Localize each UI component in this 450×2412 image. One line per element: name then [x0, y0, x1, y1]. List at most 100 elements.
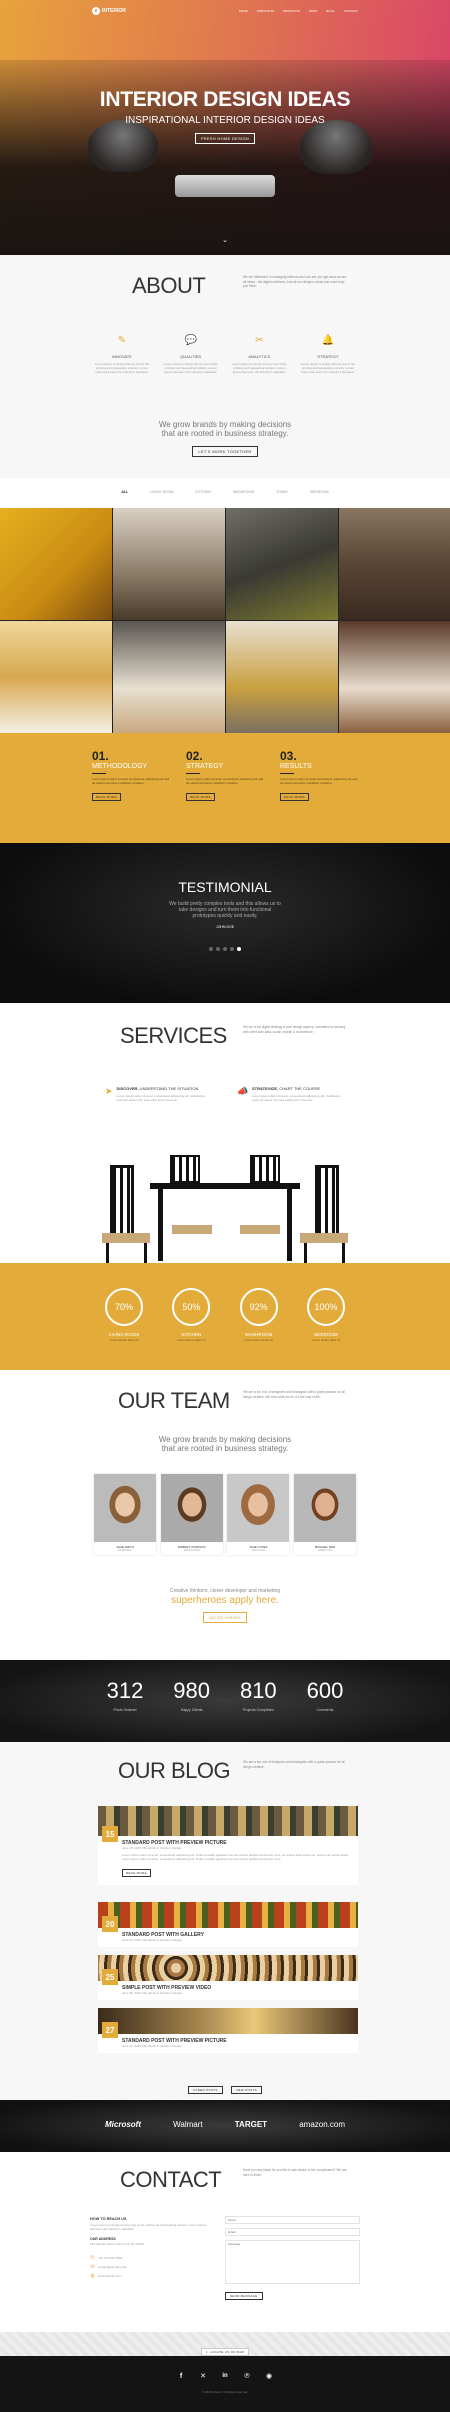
- locate-map-button[interactable]: ● LOCATE US ON MAP: [200, 2348, 250, 2356]
- nav-item-shop[interactable]: SHOP: [309, 9, 318, 13]
- filter-all[interactable]: ALL: [121, 490, 128, 494]
- pagination-dot[interactable]: [230, 947, 234, 951]
- contact-web[interactable]: www.domain.com: [98, 2274, 122, 2278]
- footer: f ✕ in ℗ ◉ © 2015 Interior. All rights r…: [0, 2356, 450, 2412]
- team-section: OUR TEAM We are a fun mix of designers a…: [0, 1370, 450, 1660]
- portfolio-item[interactable]: [339, 508, 450, 620]
- pagination-dot-active[interactable]: [237, 947, 241, 951]
- blog-day: 25: [105, 1972, 115, 1982]
- steps-section: 01. METHODOLOGY Lorem ipsum dolor sit am…: [0, 733, 450, 843]
- blog-title: OUR BLOG: [118, 1758, 231, 1783]
- client-logo-walmart: Walmart: [173, 2120, 203, 2129]
- contact-text: Lorem ipsum is simply dummy text of the …: [90, 2223, 207, 2231]
- step-read-more-button[interactable]: READ MORE: [280, 793, 309, 801]
- member-role: DESIGNER: [118, 1549, 132, 1552]
- stat-circle: 92%: [239, 1288, 278, 1326]
- contact-title: CONTACT: [120, 2167, 222, 2192]
- blog-post-image[interactable]: [98, 2008, 358, 2034]
- portfolio-item[interactable]: [226, 508, 338, 620]
- about-section: ABOUT We are interested in managing inte…: [0, 255, 450, 505]
- send-message-button[interactable]: SEND MESSAGE: [225, 2292, 263, 2300]
- hero-button[interactable]: FRESH HOME DESIGN: [194, 133, 256, 144]
- stat-sub: Lorem ipsum dolor sit: [176, 1338, 206, 1342]
- feature-title: INNOVATE: [112, 354, 132, 359]
- feature-qualities: 💬 QUALITIES Lorem ipsum is simply dummy …: [161, 330, 221, 374]
- team-highlight: superheroes apply here.: [171, 1595, 279, 1606]
- pinterest-icon[interactable]: ℗: [243, 2372, 251, 2380]
- service-bold: DISCOVER,: [116, 1086, 139, 1091]
- filter-towel[interactable]: TOWEL: [276, 490, 288, 494]
- pagination-dot[interactable]: [216, 947, 220, 951]
- pagination-dot[interactable]: [223, 947, 227, 951]
- new-posts-button[interactable]: NEW POSTS: [231, 2086, 262, 2094]
- portfolio-item[interactable]: [113, 508, 225, 620]
- filter-bedroom[interactable]: BEDROOM: [311, 490, 329, 494]
- map-pin-icon: ●: [205, 2350, 209, 2354]
- team-member[interactable]: ROBERT JOHNSON DEVELOPER: [160, 1474, 223, 1555]
- nav-item-blog[interactable]: BLOG: [326, 9, 334, 13]
- team-photo: [94, 1474, 156, 1542]
- step-number: 02.: [186, 749, 203, 763]
- portfolio-item[interactable]: [0, 621, 112, 733]
- team-tagline-1: We grow brands by making decisions: [158, 1435, 292, 1444]
- team-member[interactable]: JANE LOPEZ MANAGER: [227, 1474, 290, 1555]
- portfolio-item[interactable]: [226, 621, 338, 733]
- blog-post-image[interactable]: [98, 1955, 358, 1981]
- hiring-button[interactable]: WE'RE HIRING: [203, 1612, 247, 1623]
- contact-phone[interactable]: +61 123 456 7890: [98, 2256, 122, 2260]
- filter-kitchen[interactable]: KITCHEN: [196, 490, 211, 494]
- blog-read-more-button[interactable]: READ MORE: [122, 1869, 151, 1877]
- nav-item-portfolio[interactable]: PORTFOLIO: [257, 9, 274, 13]
- linkedin-icon[interactable]: in: [221, 2372, 229, 2380]
- counter-label: Comments: [316, 1708, 334, 1712]
- contact-email[interactable]: contact@domain.com: [98, 2265, 127, 2269]
- client-logo-target: TARGET: [234, 2120, 268, 2129]
- portfolio-item[interactable]: [0, 508, 112, 620]
- blog-post-image[interactable]: [98, 1806, 358, 1836]
- team-member[interactable]: JANE SMITH DESIGNER: [94, 1474, 156, 1555]
- step-methodology: 01. METHODOLOGY Lorem ipsum dolor sit am…: [92, 749, 170, 803]
- about-tagline-2: that are rooted in business strategy.: [161, 429, 289, 438]
- stat-sub: Lorem ipsum dolor sit: [109, 1338, 139, 1342]
- scroll-down-icon[interactable]: ⌄: [220, 236, 230, 244]
- logo-text: INTERIOR: [102, 8, 126, 14]
- portfolio-item[interactable]: [339, 621, 450, 733]
- testimonial-author: JOHN DOE: [215, 925, 235, 929]
- team-member[interactable]: MICHAEL DOE DIRECTOR: [293, 1474, 356, 1555]
- counter-label: Photo Ordered: [113, 1708, 137, 1712]
- blog-day: 15: [105, 1829, 115, 1839]
- about-features: ✎ INNOVATE Lorem ipsum is simply dummy t…: [92, 330, 358, 374]
- step-read-more-button[interactable]: READ MORE: [92, 793, 121, 801]
- counter-label: Happy Clients: [180, 1708, 203, 1712]
- stat-label: BEDROOM: [314, 1332, 338, 1337]
- filter-washroom[interactable]: WASHROOM: [233, 490, 254, 494]
- nav-item-products[interactable]: PRODUCTS: [283, 9, 300, 13]
- contact-message-input[interactable]: [225, 2240, 360, 2284]
- twitter-icon[interactable]: ✕: [199, 2372, 207, 2380]
- rss-icon[interactable]: ◉: [265, 2372, 273, 2380]
- filter-living-room[interactable]: LIVING ROOM: [150, 490, 173, 494]
- portfolio-item[interactable]: [113, 621, 225, 733]
- nav-bar: e INTERIOR HOME PORTFOLIO PRODUCTS SHOP …: [0, 0, 450, 22]
- copyright: © 2015 Interior. All rights reserved.: [201, 2390, 249, 2394]
- service-strategize: 📣 STRATEGIZE, CHART THE COURSE Lorem ips…: [237, 1085, 348, 1103]
- contact-name-input[interactable]: [225, 2216, 360, 2224]
- about-button[interactable]: LET'S WORK TOGETHER: [192, 446, 258, 457]
- blog-date-badge: 27: [102, 2022, 118, 2038]
- contact-email-input[interactable]: [225, 2228, 360, 2236]
- megaphone-icon: 📣: [237, 1085, 249, 1096]
- blog-section: OUR BLOG We are a fun mix of designers a…: [0, 1742, 450, 2100]
- feature-text: Lorem ipsum is simply dummy text of the …: [94, 362, 150, 374]
- service-discover: ➤ DISCOVER, UNDERSTAND THE SITUATION Lor…: [105, 1086, 215, 1103]
- team-note: Creative thinkers, clever developer and …: [169, 1588, 281, 1594]
- pagination-dot[interactable]: [209, 947, 213, 951]
- nav-item-contact[interactable]: CONTACT: [344, 9, 358, 13]
- nav-item-home[interactable]: HOME: [239, 9, 248, 13]
- step-read-more-button[interactable]: READ MORE: [186, 793, 215, 801]
- logo[interactable]: e INTERIOR: [92, 7, 126, 15]
- older-posts-button[interactable]: OLDER POSTS: [188, 2086, 223, 2094]
- blog-date-badge: 25: [102, 1969, 118, 1985]
- blog-post-image[interactable]: [98, 1902, 358, 1928]
- step-text: Lorem ipsum dolor sit amet consectetur a…: [280, 777, 358, 785]
- facebook-icon[interactable]: f: [177, 2372, 185, 2380]
